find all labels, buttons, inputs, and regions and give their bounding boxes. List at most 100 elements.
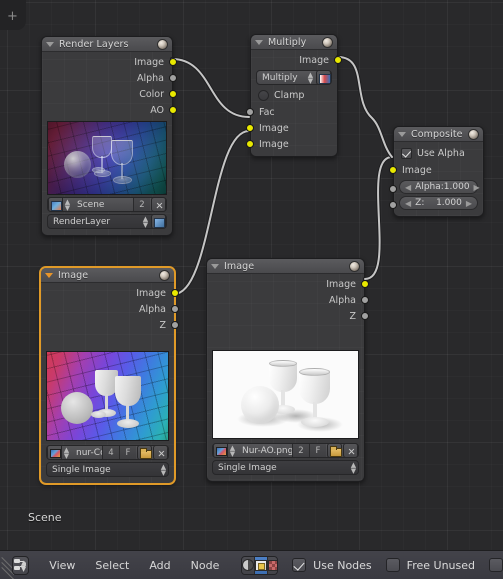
menu-view[interactable]: View	[39, 559, 85, 572]
use-nodes-item[interactable]: Use Nodes	[292, 558, 372, 572]
output-socket-z[interactable]	[171, 321, 179, 329]
image-users-count[interactable]: 2	[292, 444, 309, 457]
z-slider-row[interactable]: ◀ Z: 1.000 ▶	[389, 196, 483, 210]
image-source-value[interactable]: Single Image	[47, 465, 159, 475]
input-socket-row-image-2[interactable]: Image	[246, 136, 337, 152]
output-socket-row-image[interactable]: Image	[41, 285, 179, 301]
output-socket-row-alpha[interactable]: Alpha	[42, 70, 177, 86]
collapse-triangle-icon[interactable]	[211, 263, 219, 269]
menu-node[interactable]: Node	[181, 559, 230, 572]
fake-user-button[interactable]: F	[309, 444, 326, 457]
output-socket-row-alpha[interactable]: Alpha	[41, 301, 179, 317]
input-socket-z[interactable]	[389, 201, 397, 209]
output-socket-row-z[interactable]: Z	[207, 308, 369, 324]
image-datablock-selector[interactable]: ▲ ▼ Nur-AO.png 2 F	[212, 443, 359, 458]
input-socket-alpha[interactable]	[389, 185, 397, 193]
input-socket-image-1[interactable]	[246, 124, 254, 132]
image-browse-spinner-icon[interactable]: ▲ ▼	[228, 444, 237, 458]
scene-users-count[interactable]: 2	[133, 198, 150, 211]
open-image-button[interactable]	[137, 446, 152, 459]
image-source-row[interactable]: Single Image ▲ ▼	[207, 460, 364, 475]
output-socket-row-ao[interactable]: AO	[42, 102, 177, 118]
blend-mode-row[interactable]: Multiply ▲ ▼	[251, 70, 337, 85]
free-unused-item[interactable]: Free Unused	[385, 558, 475, 572]
collapse-triangle-icon[interactable]	[46, 41, 54, 47]
editor-type-selector[interactable]: ▲ ▼	[12, 555, 30, 575]
scene-unlink-button[interactable]	[151, 198, 166, 211]
menu-add[interactable]: Add	[139, 559, 180, 572]
input-socket-row-fac[interactable]: Fac	[246, 104, 337, 120]
menu-select[interactable]: Select	[85, 559, 139, 572]
image-icon[interactable]	[213, 444, 228, 457]
image-icon[interactable]	[47, 446, 62, 459]
node-editor-canvas[interactable]: + Render Layers Image Alpha Color AO ▲ ▼…	[0, 0, 503, 550]
node-header-image-ao[interactable]: Image	[207, 259, 364, 274]
backdrop-item[interactable]	[489, 558, 503, 572]
output-socket-row-image[interactable]: Image	[207, 276, 369, 292]
render-layer-spinner-icon[interactable]: ▲ ▼	[141, 215, 150, 229]
slider-left-arrow-icon[interactable]: ◀	[405, 183, 411, 192]
node-composite[interactable]: Composite Use Alpha Image ◀ Alpha: 1.000…	[389, 126, 484, 217]
slider-right-arrow-icon[interactable]: ▶	[466, 199, 472, 208]
node-image-ao[interactable]: Image Image Alpha Z ▲ ▼ Nur-AO.png 2 F S…	[206, 258, 369, 482]
clamp-toggle-row[interactable]: Clamp	[251, 87, 337, 103]
toggle-compositing-nodes[interactable]	[255, 556, 269, 574]
z-value[interactable]: 1.000	[436, 198, 462, 208]
blend-mode-spinner-icon[interactable]: ▲ ▼	[306, 71, 315, 85]
node-multiply[interactable]: Multiply Image Multiply ▲ ▼ Clamp Fac Im…	[246, 34, 342, 157]
output-socket-alpha[interactable]	[361, 296, 369, 304]
alpha-slider[interactable]: ◀ Alpha: 1.000 ▶	[399, 180, 480, 194]
unlink-image-button[interactable]	[153, 446, 168, 459]
output-socket-row-z[interactable]: Z	[41, 317, 179, 333]
image-source-dropdown[interactable]: Single Image ▲ ▼	[46, 462, 169, 477]
node-header-multiply[interactable]: Multiply	[251, 35, 337, 50]
image-datablock-row[interactable]: ▲ ▼ Nur-AO.png 2 F	[207, 443, 364, 458]
node-header-composite[interactable]: Composite	[394, 127, 483, 142]
image-filename[interactable]: nur-Color.png	[71, 448, 102, 458]
z-slider[interactable]: ◀ Z: 1.000 ▶	[399, 196, 478, 210]
color-ramp-icon-button[interactable]	[316, 71, 331, 84]
image-browse-spinner-icon[interactable]: ▲ ▼	[62, 446, 71, 460]
use-nodes-checkbox[interactable]	[292, 558, 307, 572]
collapse-triangle-icon[interactable]	[45, 272, 53, 278]
output-socket-color[interactable]	[169, 90, 177, 98]
clamp-checkbox[interactable]	[258, 89, 269, 101]
use-alpha-toggle-row[interactable]: Use Alpha	[394, 145, 483, 161]
scene-selector[interactable]: ▲ ▼ Scene 2	[47, 197, 167, 212]
input-socket-image[interactable]	[389, 166, 397, 174]
output-socket-z[interactable]	[361, 312, 369, 320]
image-users-count[interactable]: 4	[102, 446, 119, 459]
output-socket-row-image[interactable]: Image	[42, 54, 177, 70]
use-alpha-checkbox[interactable]	[401, 147, 412, 159]
output-socket-alpha[interactable]	[171, 305, 179, 313]
editor-type-spinner-icon[interactable]: ▲ ▼	[21, 559, 26, 572]
fake-user-button[interactable]: F	[119, 446, 136, 459]
input-socket-row-image-1[interactable]: Image	[246, 120, 337, 136]
toggle-texture-nodes[interactable]	[268, 556, 278, 574]
node-tree-type-toggles[interactable]	[241, 555, 279, 575]
output-socket-ao[interactable]	[169, 106, 177, 114]
output-socket-image[interactable]	[169, 58, 177, 66]
scene-browse-spinner-icon[interactable]: ▲ ▼	[63, 198, 72, 212]
input-socket-row-image[interactable]: Image	[389, 162, 483, 178]
image-source-spinner-icon[interactable]: ▲ ▼	[159, 463, 168, 477]
alpha-value[interactable]: 1.000	[444, 182, 470, 192]
render-layer-name[interactable]: RenderLayer	[48, 217, 141, 227]
input-socket-image-2[interactable]	[246, 140, 254, 148]
image-datablock-selector[interactable]: ▲▼ nur-Color.png 4 F	[46, 445, 169, 460]
output-socket-image[interactable]	[361, 280, 369, 288]
output-socket-row-alpha[interactable]: Alpha	[207, 292, 369, 308]
image-source-value[interactable]: Single Image	[213, 463, 349, 473]
node-image-color[interactable]: Image Image Alpha Z ▲ ▼ nur-C 4 F Single…	[40, 267, 179, 484]
alpha-slider-row[interactable]: ◀ Alpha: 1.000 ▶	[389, 180, 483, 194]
output-socket-image[interactable]	[334, 56, 342, 64]
image-source-dropdown[interactable]: Single Image ▲ ▼	[212, 460, 359, 475]
image-source-row[interactable]: Single Image ▲ ▼	[41, 462, 174, 477]
toggle-material-nodes[interactable]	[242, 556, 256, 574]
area-corner-widget-top-left[interactable]: +	[0, 0, 26, 30]
output-socket-image[interactable]	[171, 289, 179, 297]
node-header-image-color[interactable]: Image	[41, 268, 174, 283]
node-header-render-layers[interactable]: Render Layers	[42, 37, 172, 52]
render-layer-selector[interactable]: RenderLayer ▲ ▼	[47, 214, 167, 229]
slider-right-arrow-icon[interactable]: ▶	[474, 183, 480, 192]
